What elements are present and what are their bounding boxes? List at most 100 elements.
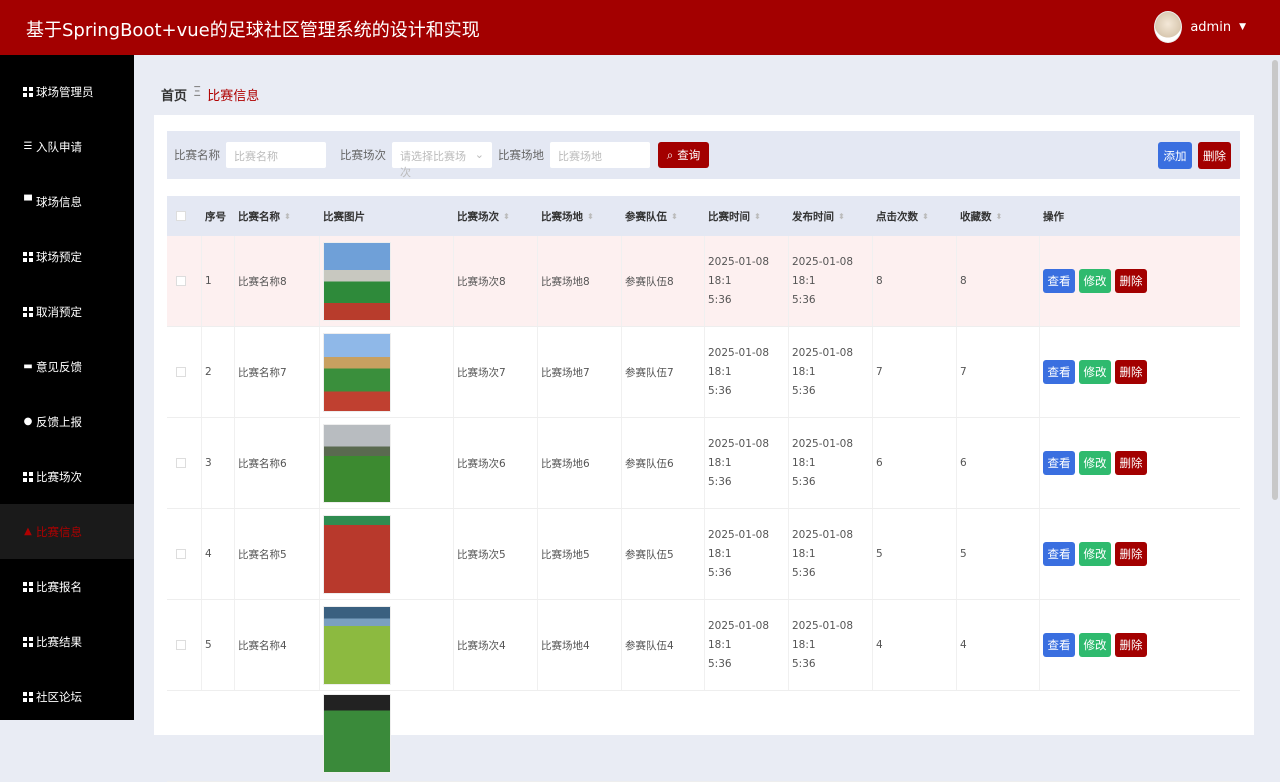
row-checkbox[interactable] [176, 276, 186, 286]
edit-button[interactable]: 修改 [1079, 269, 1111, 293]
row-checkbox[interactable] [176, 458, 186, 468]
sidebar-item-10[interactable]: 比赛结果 [0, 614, 134, 669]
edit-button[interactable]: 修改 [1079, 451, 1111, 475]
match-round: 比赛场次8 [457, 275, 506, 288]
scrollbar[interactable] [1272, 60, 1278, 500]
delete-button[interactable]: 删除 [1115, 451, 1147, 475]
view-button[interactable]: 查看 [1043, 542, 1075, 566]
favorite-count: 4 [960, 639, 967, 651]
sort-icon[interactable]: ⬍ [284, 212, 291, 221]
view-button[interactable]: 查看 [1043, 451, 1075, 475]
add-button[interactable]: 添加 [1158, 142, 1192, 169]
sort-icon[interactable]: ⬍ [922, 212, 929, 221]
table-cell: 比赛名称4 [238, 600, 287, 690]
column-divider [704, 236, 705, 326]
match-image[interactable] [323, 423, 391, 503]
batch-delete-button[interactable]: 删除 [1198, 142, 1231, 169]
column-divider [788, 236, 789, 326]
view-button[interactable]: 查看 [1043, 633, 1075, 657]
view-button[interactable]: 查看 [1043, 269, 1075, 293]
edit-button[interactable]: 修改 [1079, 360, 1111, 384]
list-icon: ☰ [23, 140, 33, 152]
table-cell: 比赛场地7 [541, 327, 590, 417]
sidebar-item-0[interactable]: 球场管理员 [0, 64, 134, 119]
name-input[interactable]: 比赛名称 [226, 142, 326, 168]
table-cell: 比赛场地4 [541, 600, 590, 690]
query-button[interactable]: ⌕ 查询 [658, 142, 709, 168]
column-header-label: 参赛队伍 [625, 210, 667, 223]
user-menu[interactable]: admin ▼ [1154, 11, 1246, 43]
match-round: 比赛场次4 [457, 639, 506, 652]
match-image[interactable] [323, 605, 391, 685]
column-header[interactable]: 比赛时间 ⬍ [708, 196, 761, 236]
column-divider [234, 509, 235, 599]
delete-button[interactable]: 删除 [1115, 269, 1147, 293]
sidebar-item-9[interactable]: 比赛报名 [0, 559, 134, 614]
name-label: 比赛名称 [174, 148, 220, 162]
match-venue: 比赛场地7 [541, 366, 590, 379]
sidebar-item-11[interactable]: 社区论坛 [0, 669, 134, 724]
view-button[interactable]: 查看 [1043, 360, 1075, 384]
sort-icon[interactable]: ⬍ [838, 212, 845, 221]
sort-icon[interactable]: ⬍ [754, 212, 761, 221]
sort-icon[interactable]: ⬍ [996, 212, 1003, 221]
sidebar-item-3[interactable]: 球场预定 [0, 229, 134, 284]
round-select[interactable]: 请选择比赛场次 ⌄ [392, 142, 492, 179]
table-cell [176, 418, 186, 508]
sidebar-item-2[interactable]: ▀ 球场信息 [0, 174, 134, 229]
table-cell: 比赛场地5 [541, 509, 590, 599]
edit-button[interactable]: 修改 [1079, 633, 1111, 657]
favorite-count: 5 [960, 548, 967, 560]
delete-button[interactable]: 删除 [1115, 360, 1147, 384]
sidebar-item-6[interactable]: ● 反馈上报 [0, 394, 134, 449]
table-cell: 3 [205, 418, 212, 508]
column-header[interactable]: 参赛队伍 ⬍ [625, 196, 678, 236]
table-cell: 2025-01-08 18:1 5:36 [708, 509, 788, 599]
column-header[interactable]: 比赛场地 ⬍ [541, 196, 594, 236]
sidebar-item-4[interactable]: 取消预定 [0, 284, 134, 339]
match-name: 比赛名称8 [238, 275, 287, 288]
delete-button[interactable]: 删除 [1115, 633, 1147, 657]
sidebar-item-label: 社区论坛 [36, 689, 82, 704]
match-image[interactable] [323, 332, 391, 412]
column-header[interactable]: 点击次数 ⬍ [876, 196, 929, 236]
column-divider [453, 418, 454, 508]
table-cell: 比赛场次6 [457, 418, 506, 508]
select-all-checkbox[interactable] [176, 211, 186, 221]
match-image[interactable] [323, 241, 391, 321]
sort-icon[interactable]: ⬍ [587, 212, 594, 221]
column-header[interactable]: 收藏数 ⬍ [960, 196, 1002, 236]
edit-button[interactable]: 修改 [1079, 542, 1111, 566]
table-cell: 5 [876, 509, 883, 599]
column-header[interactable]: 比赛名称 ⬍ [238, 196, 291, 236]
grid-icon [23, 306, 33, 317]
row-index: 1 [205, 275, 212, 287]
match-image[interactable] [323, 514, 391, 594]
row-checkbox[interactable] [176, 367, 186, 377]
sidebar-item-7[interactable]: 比赛场次 [0, 449, 134, 504]
sidebar-item-1[interactable]: ☰ 入队申请 [0, 119, 134, 174]
column-divider [453, 600, 454, 690]
column-header[interactable]: 发布时间 ⬍ [792, 196, 845, 236]
sort-icon[interactable]: ⬍ [671, 212, 678, 221]
table-cell: 4 [205, 509, 212, 599]
match-name: 比赛名称6 [238, 457, 287, 470]
row-checkbox[interactable] [176, 549, 186, 559]
match-image[interactable] [323, 694, 391, 773]
table-cell [176, 509, 186, 599]
sidebar-item-5[interactable]: ▬ 意见反馈 [0, 339, 134, 394]
match-venue: 比赛场地4 [541, 639, 590, 652]
breadcrumb-home[interactable]: 首页 [161, 85, 187, 104]
match-time: 2025-01-08 18:1 5:36 [708, 619, 770, 670]
sort-icon[interactable]: ⬍ [503, 212, 510, 221]
table-cell [176, 236, 186, 326]
row-checkbox[interactable] [176, 640, 186, 650]
table-cell: 2025-01-08 18:1 5:36 [792, 327, 872, 417]
column-divider [234, 600, 235, 690]
delete-button[interactable]: 删除 [1115, 542, 1147, 566]
sidebar-item-8[interactable]: ▲ 比赛信息 [0, 504, 134, 559]
column-header-label: 收藏数 [960, 210, 992, 223]
click-count: 7 [876, 366, 883, 378]
column-header[interactable]: 比赛场次 ⬍ [457, 196, 510, 236]
venue-input[interactable]: 比赛场地 [550, 142, 650, 168]
